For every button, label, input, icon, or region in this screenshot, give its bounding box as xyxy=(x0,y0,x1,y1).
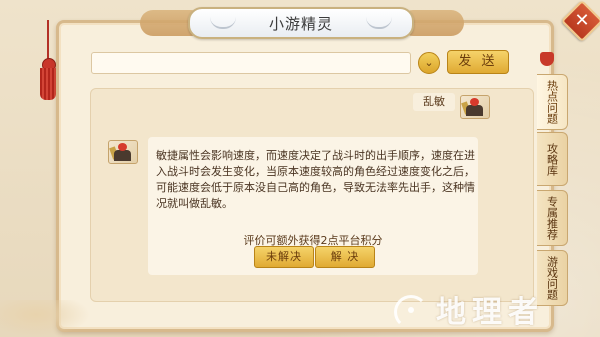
tassel-icon xyxy=(40,68,56,100)
watermark: 地理者 xyxy=(390,285,550,333)
logo-mark-icon xyxy=(390,289,430,329)
bot-message: 敏捷属性会影响速度，而速度决定了战斗时的出手顺序，速度在进入战斗时会发生变化，当… xyxy=(156,149,475,210)
tab-hot-questions[interactable]: 热点问题 xyxy=(537,74,568,130)
user-message: 乱敏 xyxy=(413,93,455,111)
close-icon: ✕ xyxy=(574,10,590,31)
resolved-button[interactable]: 解 决 xyxy=(315,246,375,268)
tab-recommendations[interactable]: 专属推荐 xyxy=(537,190,568,246)
chevron-down-icon: ⌄ xyxy=(424,56,434,69)
tab-guide-library[interactable]: 攻略库 xyxy=(537,132,568,186)
bird-ornament-icon xyxy=(366,17,392,29)
title-bar: 小游精灵 xyxy=(188,7,414,39)
horse-ornament-icon xyxy=(210,17,236,29)
user-avatar xyxy=(460,95,490,119)
window-title: 小游精灵 xyxy=(268,14,333,33)
bot-avatar xyxy=(108,140,138,164)
send-button[interactable]: 发 送 xyxy=(447,50,509,74)
decor-cloud-bottom xyxy=(0,300,90,337)
lantern-icon xyxy=(540,52,554,66)
rating-prompt: 评价可额外获得2点平台积分 xyxy=(243,234,383,247)
question-input[interactable] xyxy=(91,52,411,74)
watermark-text: 地理者 xyxy=(436,295,544,330)
dropdown-button[interactable]: ⌄ xyxy=(418,52,440,74)
unresolved-button[interactable]: 未解决 xyxy=(254,246,314,268)
